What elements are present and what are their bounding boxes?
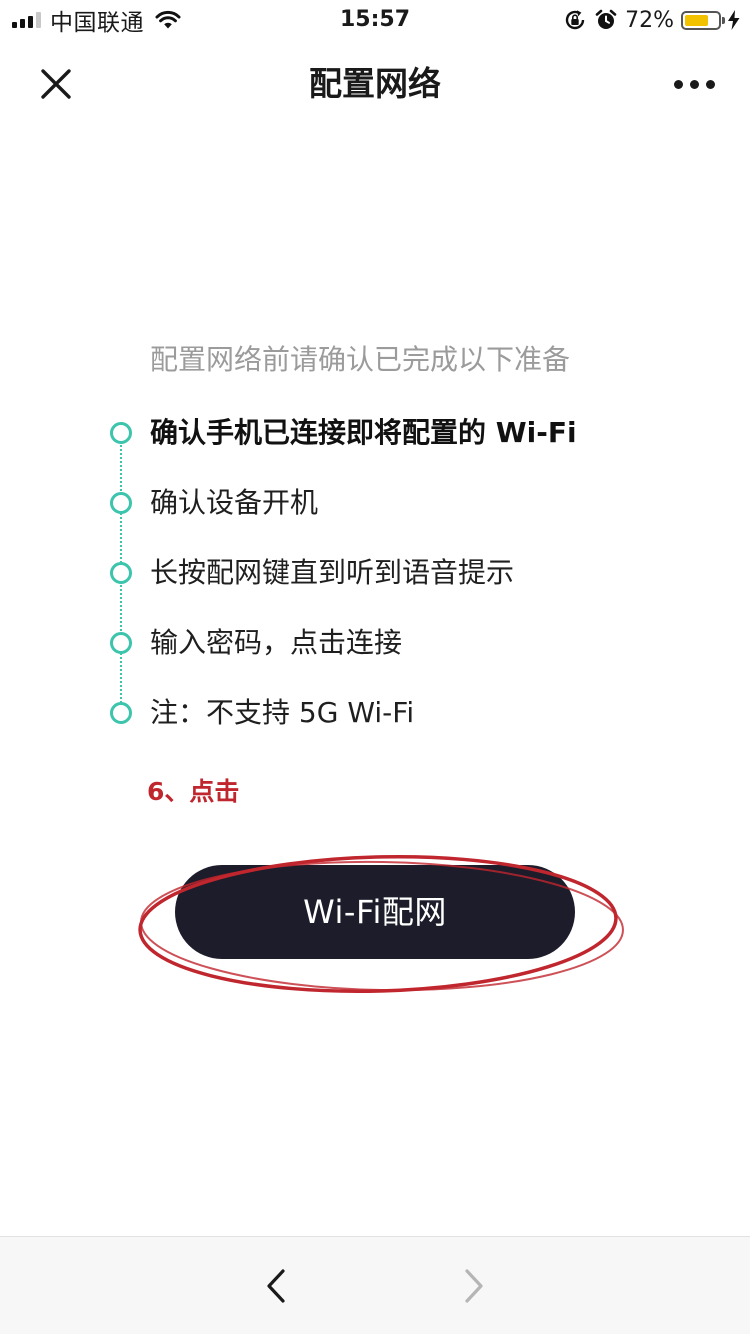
battery-icon (681, 10, 725, 30)
annotation-label: 6、点击 (147, 777, 240, 806)
orientation-lock-icon (565, 10, 585, 30)
more-button[interactable] (664, 54, 724, 114)
back-button[interactable] (251, 1261, 301, 1311)
alarm-icon (595, 9, 617, 29)
step-dot-icon (110, 562, 132, 584)
bottom-toolbar (0, 1236, 750, 1334)
battery-percent: 72% (625, 7, 674, 33)
page-title: 配置网络 (309, 64, 441, 103)
step-dot-icon (110, 702, 132, 724)
step-item: 注：不支持 5G Wi-Fi (0, 691, 750, 735)
step-dot-icon (110, 632, 132, 654)
step-text: 确认手机已连接即将配置的 Wi-Fi (150, 416, 577, 449)
more-dots-icon (689, 79, 699, 89)
status-bar-right: 72% (563, 0, 740, 40)
chevron-right-icon (465, 1269, 483, 1303)
nav-bar: 配置网络 (0, 40, 750, 128)
step-item: 确认设备开机 (0, 481, 750, 525)
step-text: 确认设备开机 (150, 486, 319, 519)
more-dots-icon (705, 79, 715, 89)
battery-cap (722, 16, 725, 24)
chevron-left-icon (267, 1269, 285, 1303)
intro-text: 配置网络前请确认已完成以下准备 (150, 343, 571, 376)
step-text: 输入密码，点击连接 (150, 626, 403, 659)
status-bar: 中国联通 15:57 72% (0, 0, 750, 40)
step-item: 确认手机已连接即将配置的 Wi-Fi (0, 411, 750, 455)
step-text: 长按配网键直到听到语音提示 (150, 556, 515, 589)
step-dot-icon (110, 422, 132, 444)
step-item: 长按配网键直到听到语音提示 (0, 551, 750, 595)
charging-bolt-icon (728, 10, 740, 30)
step-dot-icon (110, 492, 132, 514)
battery-level-fill (685, 14, 709, 26)
wifi-config-button[interactable]: Wi-Fi配网 (175, 865, 575, 959)
more-dots-icon (673, 79, 683, 89)
step-text: 注：不支持 5G Wi-Fi (150, 696, 415, 729)
forward-button[interactable] (449, 1261, 499, 1311)
step-item: 输入密码，点击连接 (0, 621, 750, 665)
